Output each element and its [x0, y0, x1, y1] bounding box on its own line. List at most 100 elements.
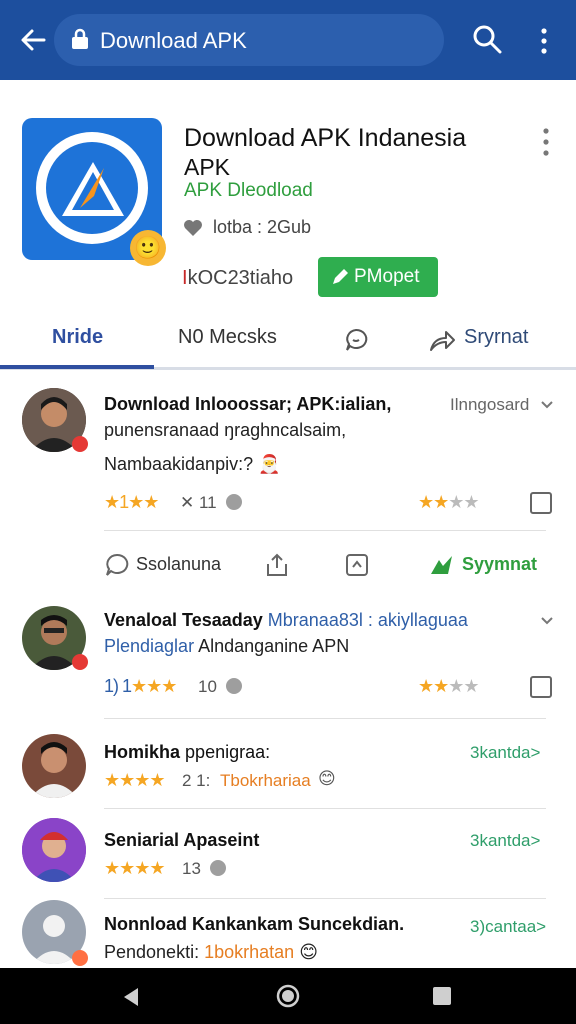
post-line-2-text: Alndanganine APN [198, 636, 350, 656]
comment-label[interactable]: Ssolanuna [136, 554, 221, 575]
stars-empty: ★★ [448, 676, 479, 696]
emoji-icon: 😊 [318, 769, 336, 788]
url-text: Download APK [100, 28, 247, 53]
post-actions: Ssolanuna Syymnat [0, 540, 576, 590]
divider [104, 808, 546, 809]
bookmark-icon[interactable] [530, 492, 552, 514]
nav-recents-icon[interactable] [432, 986, 452, 1006]
bookmark-icon[interactable] [530, 676, 552, 698]
rating-stars: 1) 1★★★ [104, 676, 177, 697]
santa-emoji-icon: 🎅 [258, 454, 281, 474]
post-name: Homikha [104, 742, 181, 762]
tab-messages[interactable]: N0 Mecsks [178, 326, 277, 349]
list-item[interactable]: Seniarial Apaseint 3kantda> ★★★★ 13 [0, 814, 576, 900]
post-line-3-text: Nambaakidanpiv:? [104, 454, 254, 474]
avatar[interactable] [22, 734, 86, 798]
rating-stars: ★★★★ [104, 770, 166, 790]
stars-filled: ★★ [418, 676, 449, 696]
post-title: Venaloal Tesaaday Mbranaa83l : akiyllagu… [104, 610, 468, 631]
nav-home-icon[interactable] [276, 984, 300, 1008]
stars-filled: ★★ [418, 492, 449, 512]
repost-icon[interactable] [344, 552, 370, 578]
highlight-text: 1bokrhatan [204, 942, 295, 962]
more-vert-icon[interactable] [536, 126, 556, 158]
app-developer[interactable]: APK Dleodload [184, 180, 313, 202]
divider [104, 718, 546, 719]
post-line-2-text: Pendonekti: [104, 942, 200, 962]
post-link[interactable]: 3)cantaa> [470, 917, 546, 937]
rating-stars-right: ★★★★ [418, 492, 480, 513]
more-vert-icon[interactable] [534, 26, 554, 56]
post-title-bold: Venaloal Tesaaday [104, 610, 263, 630]
rating-prefix: 1) 1 [104, 676, 132, 696]
rating-count: ✕ 11 [180, 493, 217, 512]
status-badge-icon [72, 950, 88, 966]
post-link[interactable]: 3kantda> [470, 743, 540, 763]
green-share-icon[interactable] [428, 552, 454, 578]
tab-bar: Nride N0 Mecsks Sryrnat [0, 318, 576, 370]
stars-empty: ★★ [448, 492, 479, 512]
emoji-reaction-icon[interactable] [224, 676, 244, 696]
emoji-badge-icon: 🙂 [130, 230, 166, 266]
chat-bubble-icon[interactable] [342, 326, 370, 354]
rating-stars: ★1★★ [104, 492, 159, 512]
stat-text: kOC23tiaho [187, 267, 294, 289]
share-arrow-icon[interactable] [428, 326, 456, 354]
list-item[interactable]: Homikha ppenigraa: 3kantda> ★★★★ 2 1: Tb… [0, 726, 576, 810]
emoji-reaction-icon[interactable] [224, 492, 244, 512]
post-title: Download Inlooossar; APK:ialian, [104, 394, 392, 414]
nav-back-icon[interactable] [120, 986, 142, 1008]
list-item[interactable]: Nonnload Kankankam Suncekdian. 3)cantaa>… [0, 900, 576, 968]
post-line-2: punensranaad ŋraghncalsaim, [104, 420, 347, 440]
avatar[interactable] [22, 818, 86, 882]
heart-icon[interactable] [182, 216, 204, 238]
back-arrow-icon[interactable] [18, 26, 46, 54]
comment-icon[interactable] [104, 552, 130, 578]
post-name-rest: ppenigraa: [185, 742, 271, 762]
post-meta: Ilnngosard [450, 395, 530, 414]
rating-count: 10 [198, 677, 217, 696]
search-icon[interactable] [472, 24, 502, 54]
post-line-2-link[interactable]: Plendiaglar [104, 636, 194, 656]
tab-active-indicator [0, 365, 154, 369]
post-title: Homikha ppenigraa: [104, 742, 270, 763]
verified-badge-icon [72, 436, 88, 452]
tab-nride[interactable]: Nride [52, 326, 103, 349]
post-line-2: Plendiaglar Alndanganine APN [104, 636, 349, 657]
post-link[interactable]: 3kantda> [470, 831, 540, 851]
list-item[interactable]: Venaloal Tesaaday Mbranaa83l : akiyllagu… [0, 596, 576, 720]
lock-icon [72, 28, 88, 49]
tab-sryrnat[interactable]: Sryrnat [464, 326, 528, 349]
app-title: Download APK Indanesia [184, 124, 467, 152]
post-title-link[interactable]: Mbranaa83l : akiyllaguaa [268, 610, 468, 630]
pencil-icon [333, 269, 348, 284]
app-stat: IkOC23tiaho [182, 267, 293, 290]
list-item[interactable]: Download Inlooossar; APK:ialian, Ilnngos… [0, 378, 576, 538]
rating-count: 13 [182, 859, 201, 878]
url-bar[interactable]: Download APK [54, 14, 444, 66]
post-title: Nonnload Kankankam Suncekdian. [104, 914, 405, 934]
browser-toolbar: Download APK [0, 0, 576, 80]
post-line-3: Nambaakidanpiv:? 🎅 [104, 454, 281, 475]
emoji-icon: 😊 [299, 942, 318, 962]
divider [104, 530, 546, 531]
verified-badge-icon [72, 654, 88, 670]
emoji-reaction-icon[interactable] [208, 858, 228, 878]
chevron-down-icon[interactable] [540, 400, 554, 410]
post-title: Seniarial Apaseint [104, 830, 260, 850]
stars-filled: ★★★ [131, 676, 177, 696]
app-subtitle: APK [184, 154, 231, 180]
post-line-2: Pendonekti: 1bokrhatan 😊 [104, 942, 318, 963]
rating-stars: ★★★★ [104, 858, 166, 878]
share-green-label[interactable]: Syymnat [462, 554, 537, 575]
likes-count: lotba : 2Gub [213, 217, 312, 237]
system-nav-bar [0, 968, 576, 1024]
rating-stars-right: ★★★★ [418, 676, 480, 697]
chevron-down-icon[interactable] [540, 616, 554, 626]
divider [104, 898, 546, 899]
rating-count: 2 1: [182, 771, 211, 790]
primary-action-label: PMopet [354, 266, 420, 287]
primary-action-button[interactable]: PMopet [318, 257, 438, 297]
share-icon[interactable] [264, 552, 290, 578]
highlight-text: Tbokrhariaa [220, 771, 311, 790]
